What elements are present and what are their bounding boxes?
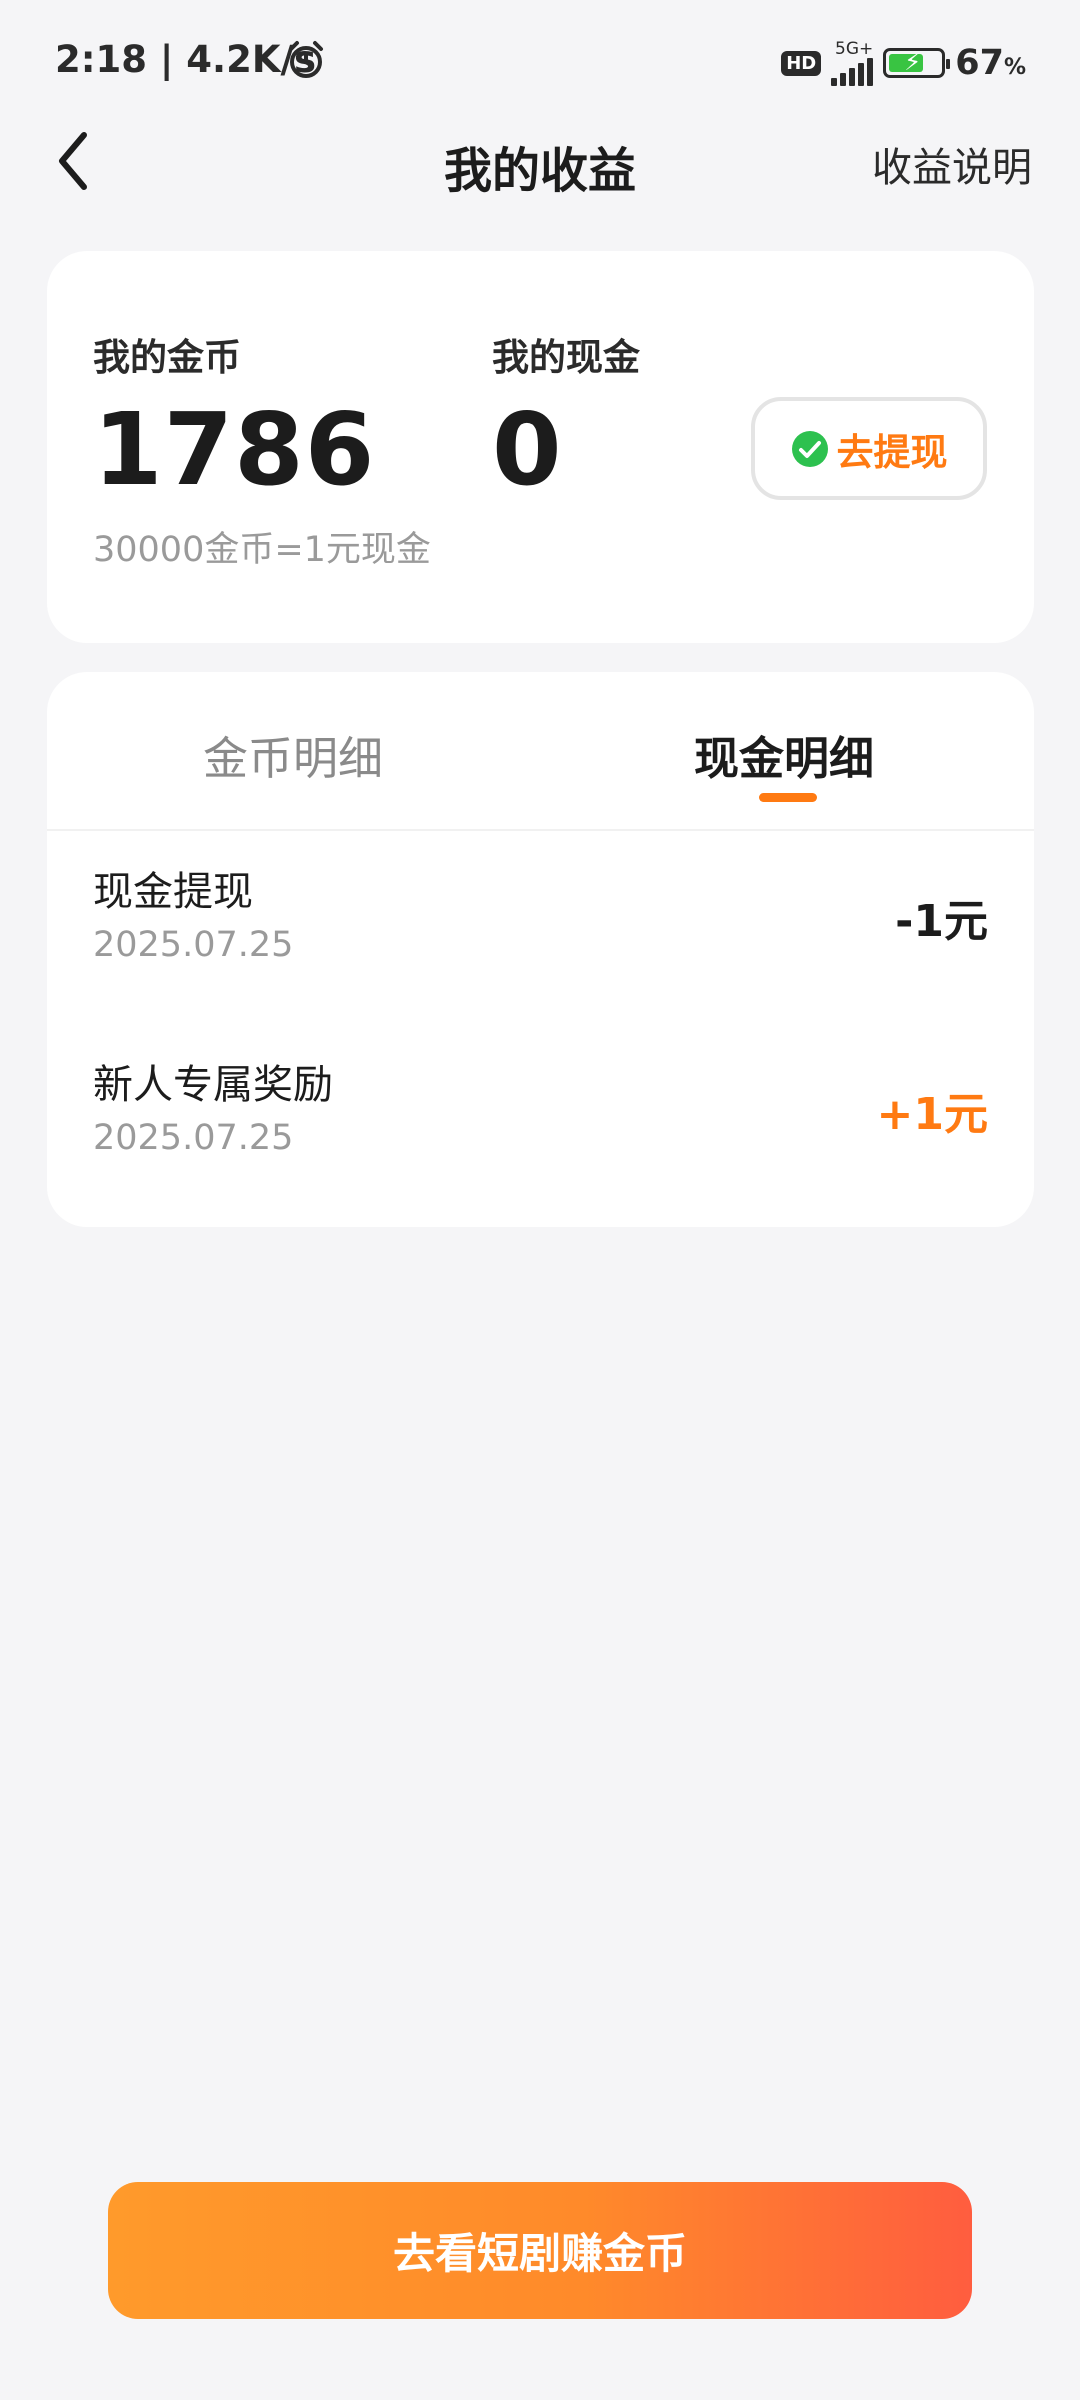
record-amount: -1元 [895, 896, 988, 947]
detail-tabs: 金币明细 现金明细 [47, 672, 1034, 831]
coins-section: 我的金币 1786 [93, 327, 375, 508]
earnings-info-link[interactable]: 收益说明 [872, 135, 1032, 193]
signal-icon: 5G+ [831, 39, 874, 86]
withdraw-label: 去提现 [836, 430, 948, 474]
record-title: 新人专属奖励 [93, 1062, 333, 1108]
exchange-rate: 30000金币=1元现金 [93, 530, 431, 570]
balance-card: 我的金币 1786 我的现金 0 30000金币=1元现金 去提现 [47, 251, 1034, 643]
cash-label: 我的现金 [492, 336, 640, 379]
record-title: 现金提现 [93, 869, 253, 915]
status-time: 2:18 | 4.2K/s [55, 38, 317, 81]
alarm-icon [289, 41, 323, 78]
coins-value: 1786 [93, 391, 376, 508]
network-type: 5G+ [835, 39, 874, 59]
status-bar: 2:18 | 4.2K/s HD 5G+ ⚡ 67% [0, 0, 1080, 125]
cash-section: 我的现金 0 [492, 327, 640, 508]
wechat-icon [791, 430, 828, 467]
list-item: 现金提现 2025.07.25 -1元 [47, 829, 1034, 1019]
tab-coin-details[interactable]: 金币明细 [203, 722, 383, 787]
record-amount: +1元 [876, 1089, 988, 1140]
record-date: 2025.07.25 [93, 925, 294, 965]
battery-percent: 67% [955, 43, 1026, 83]
status-indicators: HD 5G+ ⚡ 67% [781, 40, 1026, 86]
coins-label: 我的金币 [93, 336, 241, 379]
watch-drama-earn-coins-button[interactable]: 去看短剧赚金币 [108, 2182, 972, 2319]
active-tab-indicator [759, 793, 817, 802]
battery-icon: ⚡ [883, 48, 951, 78]
record-date: 2025.07.25 [93, 1118, 294, 1158]
list-item: 新人专属奖励 2025.07.25 +1元 [47, 1022, 1034, 1212]
tab-cash-details[interactable]: 现金明细 [694, 722, 874, 787]
hd-icon: HD [781, 50, 822, 76]
cash-value: 0 [492, 391, 563, 508]
detail-card: 金币明细 现金明细 现金提现 2025.07.25 -1元 新人专属奖励 202… [47, 672, 1034, 1227]
withdraw-button[interactable]: 去提现 [751, 397, 987, 500]
